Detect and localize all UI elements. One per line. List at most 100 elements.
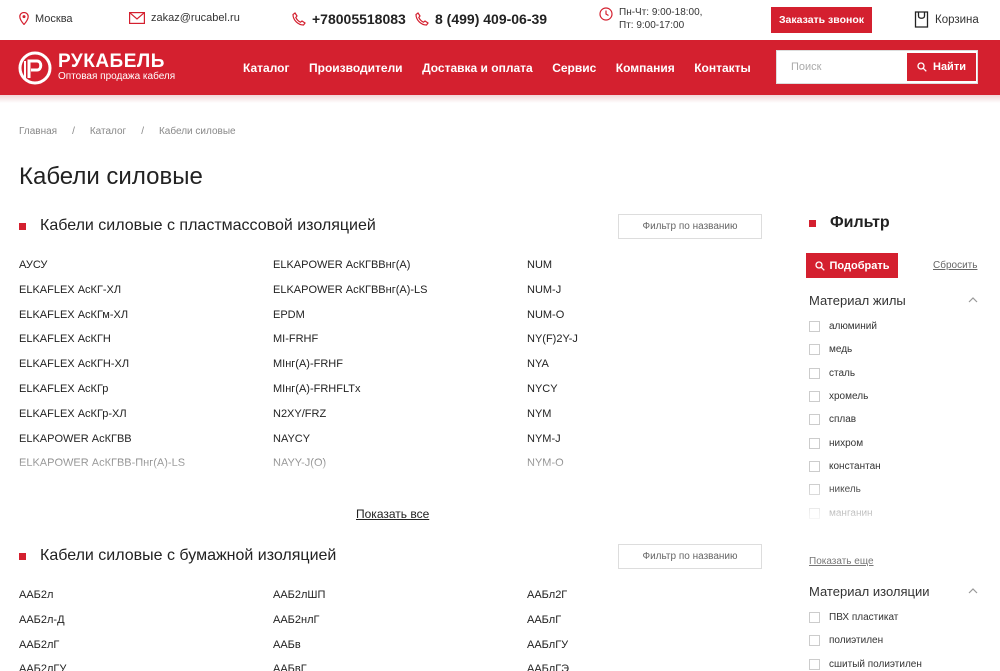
product-link[interactable]: MIнг(А)-FRHF [273, 358, 523, 383]
nav-item-service[interactable]: Сервис [552, 61, 596, 75]
nav-item-catalog[interactable]: Каталог [243, 61, 290, 75]
product-link[interactable]: ELKAFLEX АсКГр [19, 383, 269, 408]
search-input[interactable] [777, 51, 907, 83]
checkbox[interactable] [809, 321, 820, 333]
product-link[interactable]: ELKAPOWER АсКГВВнг(А)-LS [273, 284, 523, 309]
filter-option[interactable]: сталь [809, 362, 979, 385]
cart-link[interactable]: Корзина [914, 11, 979, 28]
nav-item-contacts[interactable]: Контакты [694, 61, 751, 75]
filter-group-core-material[interactable]: Материал жилы [809, 293, 906, 308]
filter-by-name-button[interactable]: Фильтр по названию [618, 544, 762, 569]
red-square-bullet [809, 219, 816, 227]
product-link[interactable]: ААБ2лГУ [19, 663, 269, 671]
product-link[interactable]: ААБвГ [273, 663, 523, 671]
breadcrumb-catalog[interactable]: Каталог [90, 126, 126, 137]
filter-options-insulation: ПВХ пластикат полиэтилен сшитый полиэтилен [809, 606, 979, 671]
product-link[interactable]: NYM [527, 408, 619, 433]
filter-option[interactable]: нихром [809, 431, 979, 454]
product-link[interactable]: ELKAFLEX АсКГН [19, 333, 269, 358]
chevron-up-icon[interactable] [968, 296, 978, 303]
brand-name: РУКАБЕЛЬ [58, 51, 165, 72]
breadcrumb: Главная / Каталог / Кабели силовые [19, 126, 251, 137]
mail-icon [129, 12, 145, 24]
product-link[interactable]: ААБлГУ [527, 639, 619, 664]
product-grid-plastic: АУСУ ELKAFLEX АсКГ-ХЛ ELKAFLEX АсКГм-ХЛ ELK… [19, 259, 619, 479]
filter-option[interactable]: хромель [809, 385, 979, 408]
product-link[interactable]: NUM-J [527, 284, 619, 309]
product-link[interactable]: ААБ2лГ [19, 639, 269, 664]
product-link[interactable]: ELKAFLEX АсКГм-ХЛ [19, 309, 269, 334]
breadcrumb-separator: / [141, 126, 144, 137]
section-title-text: Кабели силовые с бумажной изоляцией [40, 547, 337, 564]
filter-option-label: сталь [829, 367, 856, 379]
product-link[interactable]: N2XY/FRZ [273, 408, 523, 433]
checkbox[interactable] [809, 460, 820, 472]
list-fade-overlay [19, 439, 619, 479]
product-column: ААБл2Г ААБлГ ААБлГУ ААБлГЭ [527, 589, 619, 671]
checkbox[interactable] [809, 367, 820, 379]
product-link[interactable]: ELKAPOWER АсКГВВнг(А) [273, 259, 523, 284]
nav-item-delivery[interactable]: Доставка и оплата [422, 61, 533, 75]
phone-number-2: 8 (499) 409-06-39 [435, 11, 548, 27]
hours-line-1: Пн-Чт: 9:00-18:00, [619, 7, 703, 18]
search-button-label: Найти [933, 61, 966, 73]
product-link[interactable]: ААБ2лШП [273, 589, 523, 614]
product-link[interactable]: ААБ2л [19, 589, 269, 614]
nav-item-company[interactable]: Компания [616, 61, 675, 75]
chevron-up-icon[interactable] [968, 587, 978, 594]
city-selector[interactable]: Москва [19, 12, 73, 25]
reset-link[interactable]: Сбросить [933, 260, 977, 271]
product-link[interactable]: NYCY [527, 383, 619, 408]
checkbox[interactable] [809, 658, 820, 670]
nav-item-manufacturers[interactable]: Производители [309, 61, 403, 75]
product-link[interactable]: MI-FRHF [273, 333, 523, 358]
brand-tagline: Оптовая продажа кабеля [58, 71, 176, 82]
filter-option[interactable]: медь [809, 338, 979, 361]
product-link[interactable]: MIнг(А)-FRHFLTx [273, 383, 523, 408]
pick-button-label: Подобрать [829, 259, 890, 272]
logo[interactable]: РУКАБЕЛЬ Оптовая продажа кабеля [18, 51, 175, 85]
product-link[interactable]: ААБв [273, 639, 523, 664]
pick-button[interactable]: Подобрать [806, 253, 898, 278]
callback-button[interactable]: Заказать звонок [771, 7, 872, 33]
product-grid-paper: ААБ2л ААБ2л-Д ААБ2лГ ААБ2лГУ ААБ2лШП ААБ2нлГ… [19, 589, 619, 671]
filter-option[interactable]: ПВХ пластикат [809, 606, 979, 629]
filter-option[interactable]: константан [809, 455, 979, 478]
product-link[interactable]: АУСУ [19, 259, 269, 284]
checkbox[interactable] [809, 391, 820, 403]
checkbox[interactable] [809, 437, 820, 449]
product-link[interactable]: NUM-O [527, 309, 619, 334]
filter-option[interactable]: сплав [809, 408, 979, 431]
checkbox[interactable] [809, 344, 820, 356]
filter-by-name-button[interactable]: Фильтр по названию [618, 214, 762, 239]
filter-option[interactable]: алюминий [809, 315, 979, 338]
show-all-link[interactable]: Показать все [356, 507, 429, 521]
show-more-link[interactable]: Показать еще [809, 556, 874, 567]
product-link[interactable]: ELKAFLEX АсКГр-ХЛ [19, 408, 269, 433]
product-link[interactable]: NY(F)2Y-J [527, 333, 619, 358]
product-link[interactable]: ААБ2нлГ [273, 614, 523, 639]
filter-option[interactable]: сшитый полиэтилен [809, 653, 979, 671]
phone-link-2[interactable]: 8 (499) 409-06-39 [415, 11, 547, 27]
filter-group-insulation[interactable]: Материал изоляции [809, 584, 930, 599]
phone-link-1[interactable]: +78005518083 [292, 11, 406, 27]
product-link[interactable]: ААБл2Г [527, 589, 619, 614]
product-link[interactable]: ELKAFLEX АсКГН-ХЛ [19, 358, 269, 383]
search-button[interactable]: Найти [907, 53, 976, 81]
product-link[interactable]: ААБ2л-Д [19, 614, 269, 639]
checkbox[interactable] [809, 635, 820, 647]
email-link[interactable]: zakaz@rucabel.ru [129, 12, 240, 24]
breadcrumb-home[interactable]: Главная [19, 126, 57, 137]
red-square-bullet [19, 552, 26, 560]
filter-option[interactable]: полиэтилен [809, 629, 979, 652]
cart-label: Корзина [935, 13, 979, 26]
product-link[interactable]: NYA [527, 358, 619, 383]
product-link[interactable]: ELKAFLEX АсКГ-ХЛ [19, 284, 269, 309]
filter-option-label: полиэтилен [829, 635, 884, 647]
product-link[interactable]: NUM [527, 259, 619, 284]
product-link[interactable]: ААБлГЭ [527, 663, 619, 671]
product-link[interactable]: ААБлГ [527, 614, 619, 639]
product-link[interactable]: EPDM [273, 309, 523, 334]
checkbox[interactable] [809, 612, 820, 624]
checkbox[interactable] [809, 414, 820, 426]
